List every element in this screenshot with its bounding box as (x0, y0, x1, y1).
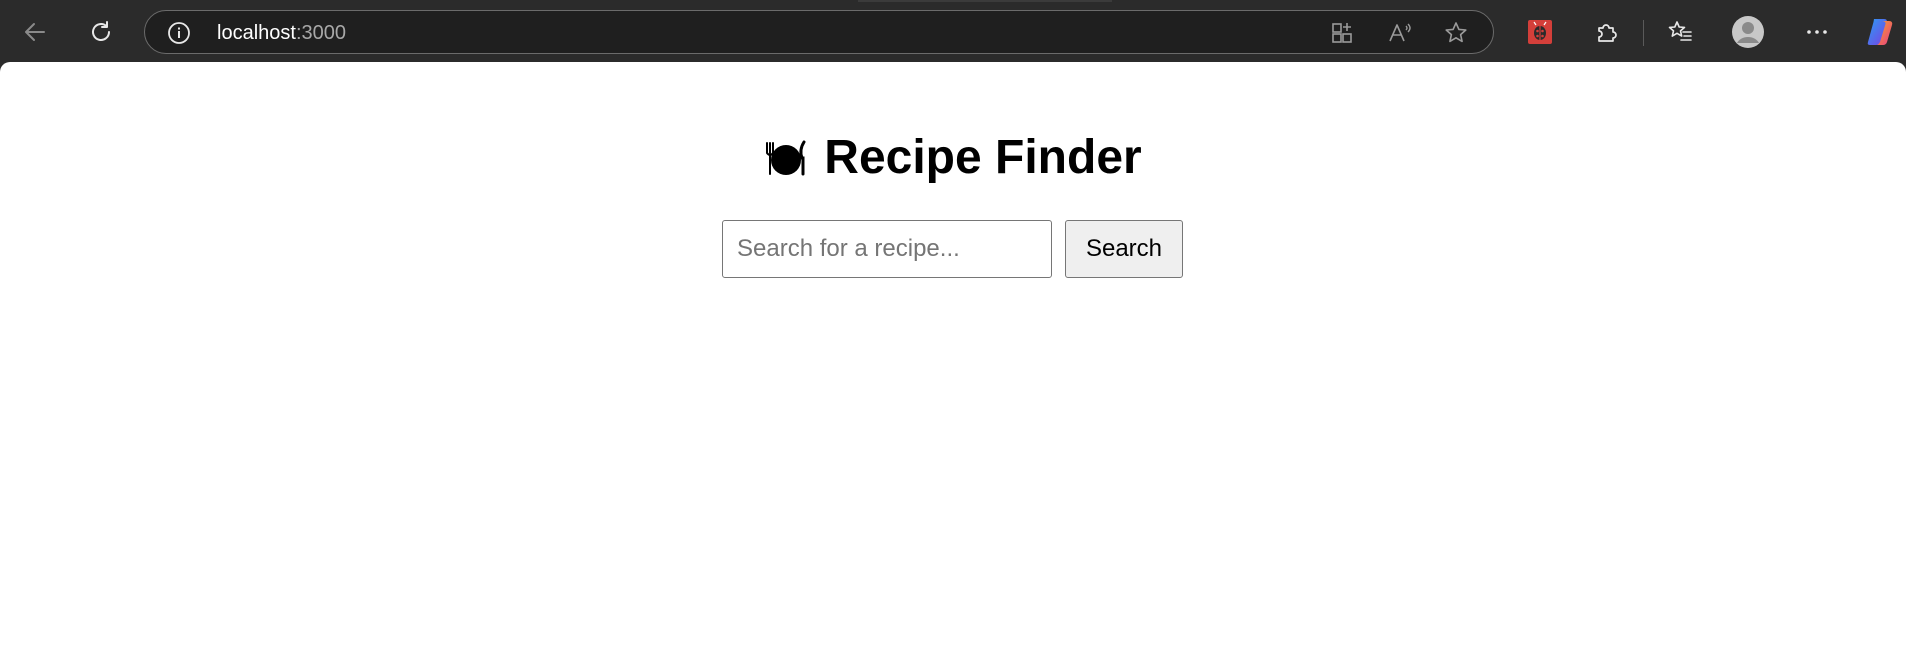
url-host: localhost (217, 22, 296, 44)
refresh-icon (92, 21, 110, 41)
more-button[interactable] (1797, 12, 1837, 52)
read-aloud-icon[interactable] (1387, 20, 1413, 46)
favorites-list-icon (1668, 21, 1692, 41)
extension-ladybug-icon (1528, 20, 1552, 44)
back-arrow-icon (25, 23, 45, 41)
copilot-icon (1867, 19, 1893, 45)
page-title: Recipe Finder (0, 130, 1906, 186)
puzzle-icon (1598, 24, 1617, 42)
star-icon[interactable] (1443, 20, 1469, 46)
active-tab-indicator (858, 0, 1112, 2)
copilot-button[interactable] (1860, 12, 1900, 52)
extension-button[interactable] (1520, 12, 1560, 52)
page-title-text: Recipe Finder (824, 131, 1142, 184)
extensions-button[interactable] (1587, 12, 1627, 52)
refresh-button[interactable] (81, 12, 121, 52)
app-available-icon[interactable] (1329, 20, 1355, 46)
favorites-button[interactable] (1660, 12, 1700, 52)
profile-button[interactable] (1728, 12, 1768, 52)
toolbar-divider (1643, 20, 1644, 46)
page-content: Recipe Finder Search (0, 62, 1906, 654)
url-port: :3000 (295, 22, 346, 44)
back-button[interactable] (15, 12, 55, 52)
info-icon[interactable] (167, 21, 191, 45)
browser-toolbar: localhost:3000 (0, 0, 1906, 62)
search-input[interactable] (722, 220, 1052, 278)
address-bar[interactable]: localhost:3000 (144, 10, 1494, 54)
search-button[interactable]: Search (1065, 220, 1183, 278)
more-dots-icon (1807, 30, 1827, 34)
plate-fork-knife-icon (766, 140, 806, 176)
profile-avatar-icon (1732, 16, 1764, 48)
url-text[interactable]: localhost:3000 (217, 22, 346, 44)
